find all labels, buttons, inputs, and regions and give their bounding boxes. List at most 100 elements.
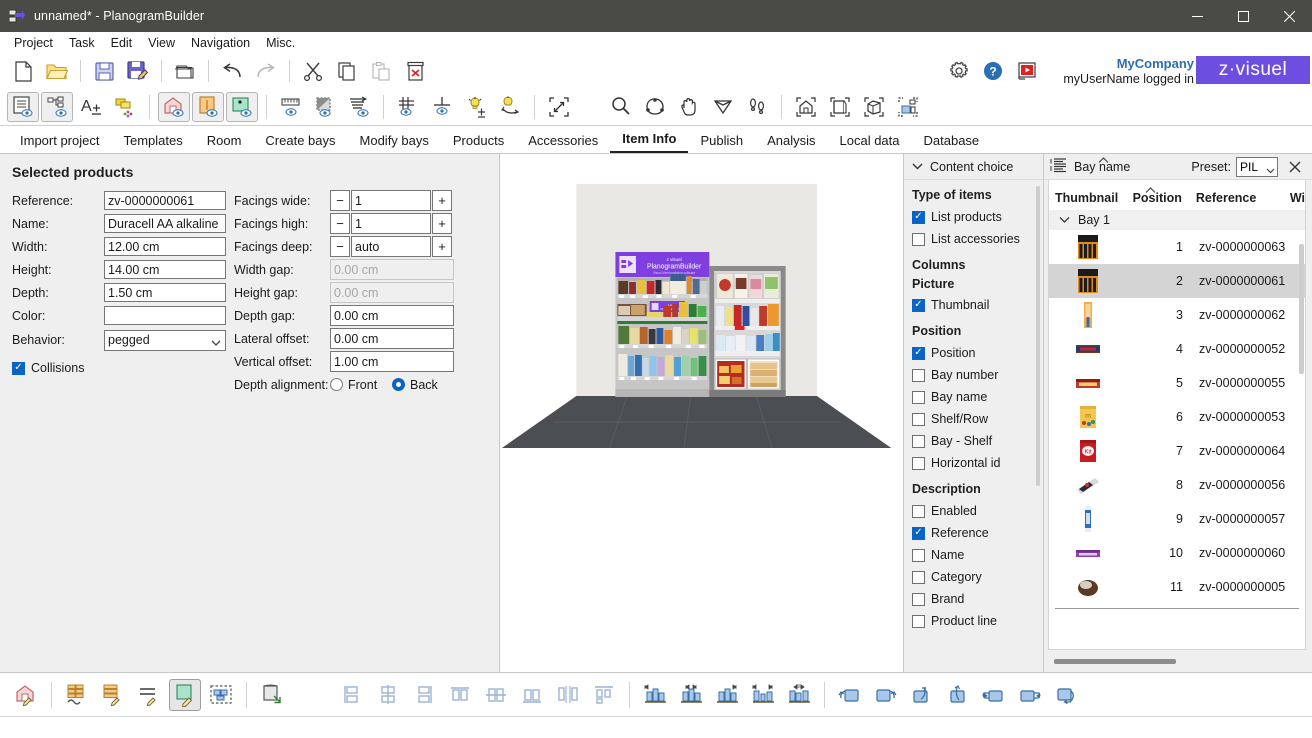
list-sort-icon[interactable]	[1050, 157, 1067, 176]
show-tree-button[interactable]	[41, 91, 73, 122]
facings-deep-increment[interactable]: +	[432, 236, 452, 257]
depth-input[interactable]	[104, 283, 226, 302]
align-middle-vertical-button[interactable]	[480, 679, 512, 711]
facings-high-input[interactable]	[351, 213, 431, 234]
list-products-checkbox[interactable]	[912, 210, 925, 224]
facings-high-decrement[interactable]: −	[330, 213, 350, 234]
category-checkbox[interactable]	[912, 570, 925, 584]
tab-item-info[interactable]: Item Info	[610, 128, 689, 153]
preset-select[interactable]: PIL	[1236, 156, 1278, 177]
name-checkbox[interactable]	[912, 548, 925, 562]
depth-gap-input[interactable]	[330, 305, 454, 326]
checkbox-row-thumbnail[interactable]: Thumbnail	[912, 294, 1043, 316]
zoom-to-selection-button[interactable]	[892, 92, 924, 122]
edit-shelves-button[interactable]	[97, 679, 129, 711]
turn-left-button[interactable]	[978, 679, 1010, 711]
copy-project-button[interactable]	[168, 56, 202, 86]
edit-bay-sequence-button[interactable]	[61, 679, 93, 711]
spread-left-button[interactable]	[639, 679, 671, 711]
tab-create-bays[interactable]: Create bays	[253, 130, 347, 153]
checkbox-row-bay-shelf[interactable]: Bay - Shelf	[912, 430, 1043, 452]
show-colors-button[interactable]	[109, 92, 141, 122]
column-header-width[interactable]: Wi	[1280, 191, 1305, 205]
table-row[interactable]: 5 zv-0000000055	[1049, 366, 1305, 400]
spread-fill-button[interactable]	[783, 679, 815, 711]
tab-templates[interactable]: Templates	[111, 130, 194, 153]
show-shadows-button[interactable]	[309, 92, 341, 122]
maximize-button[interactable]	[1220, 0, 1266, 32]
zoom-button[interactable]	[605, 92, 637, 122]
video-tutorial-button[interactable]	[1010, 56, 1044, 86]
menu-item-misc[interactable]: Misc.	[258, 34, 303, 52]
checkbox-row-enabled[interactable]: Enabled	[912, 500, 1043, 522]
facings-wide-input[interactable]	[351, 190, 431, 211]
facings-wide-decrement[interactable]: −	[330, 190, 350, 211]
depth-alignment-front-option[interactable]: Front	[330, 378, 386, 392]
tab-analysis[interactable]: Analysis	[755, 130, 827, 153]
align-right-button[interactable]	[408, 679, 440, 711]
fullscreen-button[interactable]	[543, 92, 575, 122]
menu-item-project[interactable]: Project	[6, 34, 61, 52]
color-input[interactable]	[104, 306, 226, 325]
lighting-intensity-button[interactable]	[460, 92, 492, 122]
align-top-button[interactable]	[444, 679, 476, 711]
spread-even-button[interactable]	[747, 679, 779, 711]
tab-publish[interactable]: Publish	[688, 130, 755, 153]
thumbnail-checkbox[interactable]	[912, 298, 925, 312]
edit-room-button[interactable]	[10, 679, 42, 711]
align-left-button[interactable]	[336, 679, 368, 711]
close-panel-button[interactable]	[1284, 156, 1306, 178]
depth-alignment-back-option[interactable]: Back	[392, 378, 438, 392]
table-row[interactable]: 2 zv-0000000061	[1049, 264, 1305, 298]
flip-down-button[interactable]	[942, 679, 974, 711]
save-button[interactable]	[87, 56, 121, 86]
zoom-to-bay-button[interactable]	[858, 92, 890, 122]
lateral-offset-input[interactable]	[330, 328, 454, 349]
align-bottom-button[interactable]	[516, 679, 548, 711]
show-room-button[interactable]	[158, 91, 190, 122]
checkbox-row-reference[interactable]: Reference	[912, 522, 1043, 544]
collisions-checkbox[interactable]	[12, 361, 25, 375]
facings-deep-decrement[interactable]: −	[330, 236, 350, 257]
grid-vertical-scrollbar[interactable]	[1299, 244, 1304, 374]
menu-item-view[interactable]: View	[140, 34, 183, 52]
checkbox-row-bay-name[interactable]: Bay name	[912, 386, 1043, 408]
checkbox-row-brand[interactable]: Brand	[912, 588, 1043, 610]
tab-room[interactable]: Room	[195, 130, 254, 153]
column-header-thumbnail[interactable]: Thumbnail	[1049, 191, 1125, 205]
tab-accessories[interactable]: Accessories	[516, 130, 610, 153]
checkbox-row-list-products[interactable]: List products	[912, 206, 1043, 228]
content-choice-scrollbar[interactable]	[1036, 186, 1040, 486]
show-text-labels-button[interactable]: A	[75, 92, 107, 122]
position-checkbox[interactable]	[912, 346, 925, 360]
table-row[interactable]: Kit 7 zv-0000000064	[1049, 434, 1305, 468]
depth-alignment-back-radio[interactable]	[392, 378, 405, 391]
edit-product-button[interactable]	[169, 678, 201, 711]
rotate-left-button[interactable]	[834, 679, 866, 711]
grid-horizontal-scrollbar[interactable]	[1054, 658, 1176, 664]
distribute-horizontal-button[interactable]	[552, 679, 584, 711]
lighting-direction-button[interactable]	[494, 92, 526, 122]
table-row[interactable]: 11 zv-0000000005	[1049, 570, 1305, 604]
table-row[interactable]: 4 zv-0000000052	[1049, 332, 1305, 366]
menu-item-edit[interactable]: Edit	[103, 34, 141, 52]
align-center-horizontal-button[interactable]	[372, 679, 404, 711]
cut-button[interactable]	[296, 56, 330, 86]
checkbox-row-list-accessories[interactable]: List accessories	[912, 228, 1043, 250]
turn-right-button[interactable]	[1014, 679, 1046, 711]
redo-button[interactable]	[249, 56, 283, 86]
3d-viewport[interactable]: z visuel PlanogramBuilder Visual Merchan…	[500, 154, 904, 672]
brand-checkbox[interactable]	[912, 592, 925, 606]
show-floor-button[interactable]	[426, 92, 458, 122]
spin-button[interactable]	[1050, 679, 1082, 711]
minimize-button[interactable]	[1174, 0, 1220, 32]
facings-wide-increment[interactable]: +	[432, 190, 452, 211]
show-products-button[interactable]	[226, 91, 258, 122]
depth-alignment-front-radio[interactable]	[330, 378, 343, 391]
help-button[interactable]: ?	[976, 56, 1010, 86]
field-of-view-button[interactable]	[707, 92, 739, 122]
show-list-button[interactable]	[7, 91, 39, 122]
checkbox-row-bay-number[interactable]: Bay number	[912, 364, 1043, 386]
pan-hand-button[interactable]	[673, 92, 705, 122]
settings-button[interactable]	[942, 56, 976, 86]
